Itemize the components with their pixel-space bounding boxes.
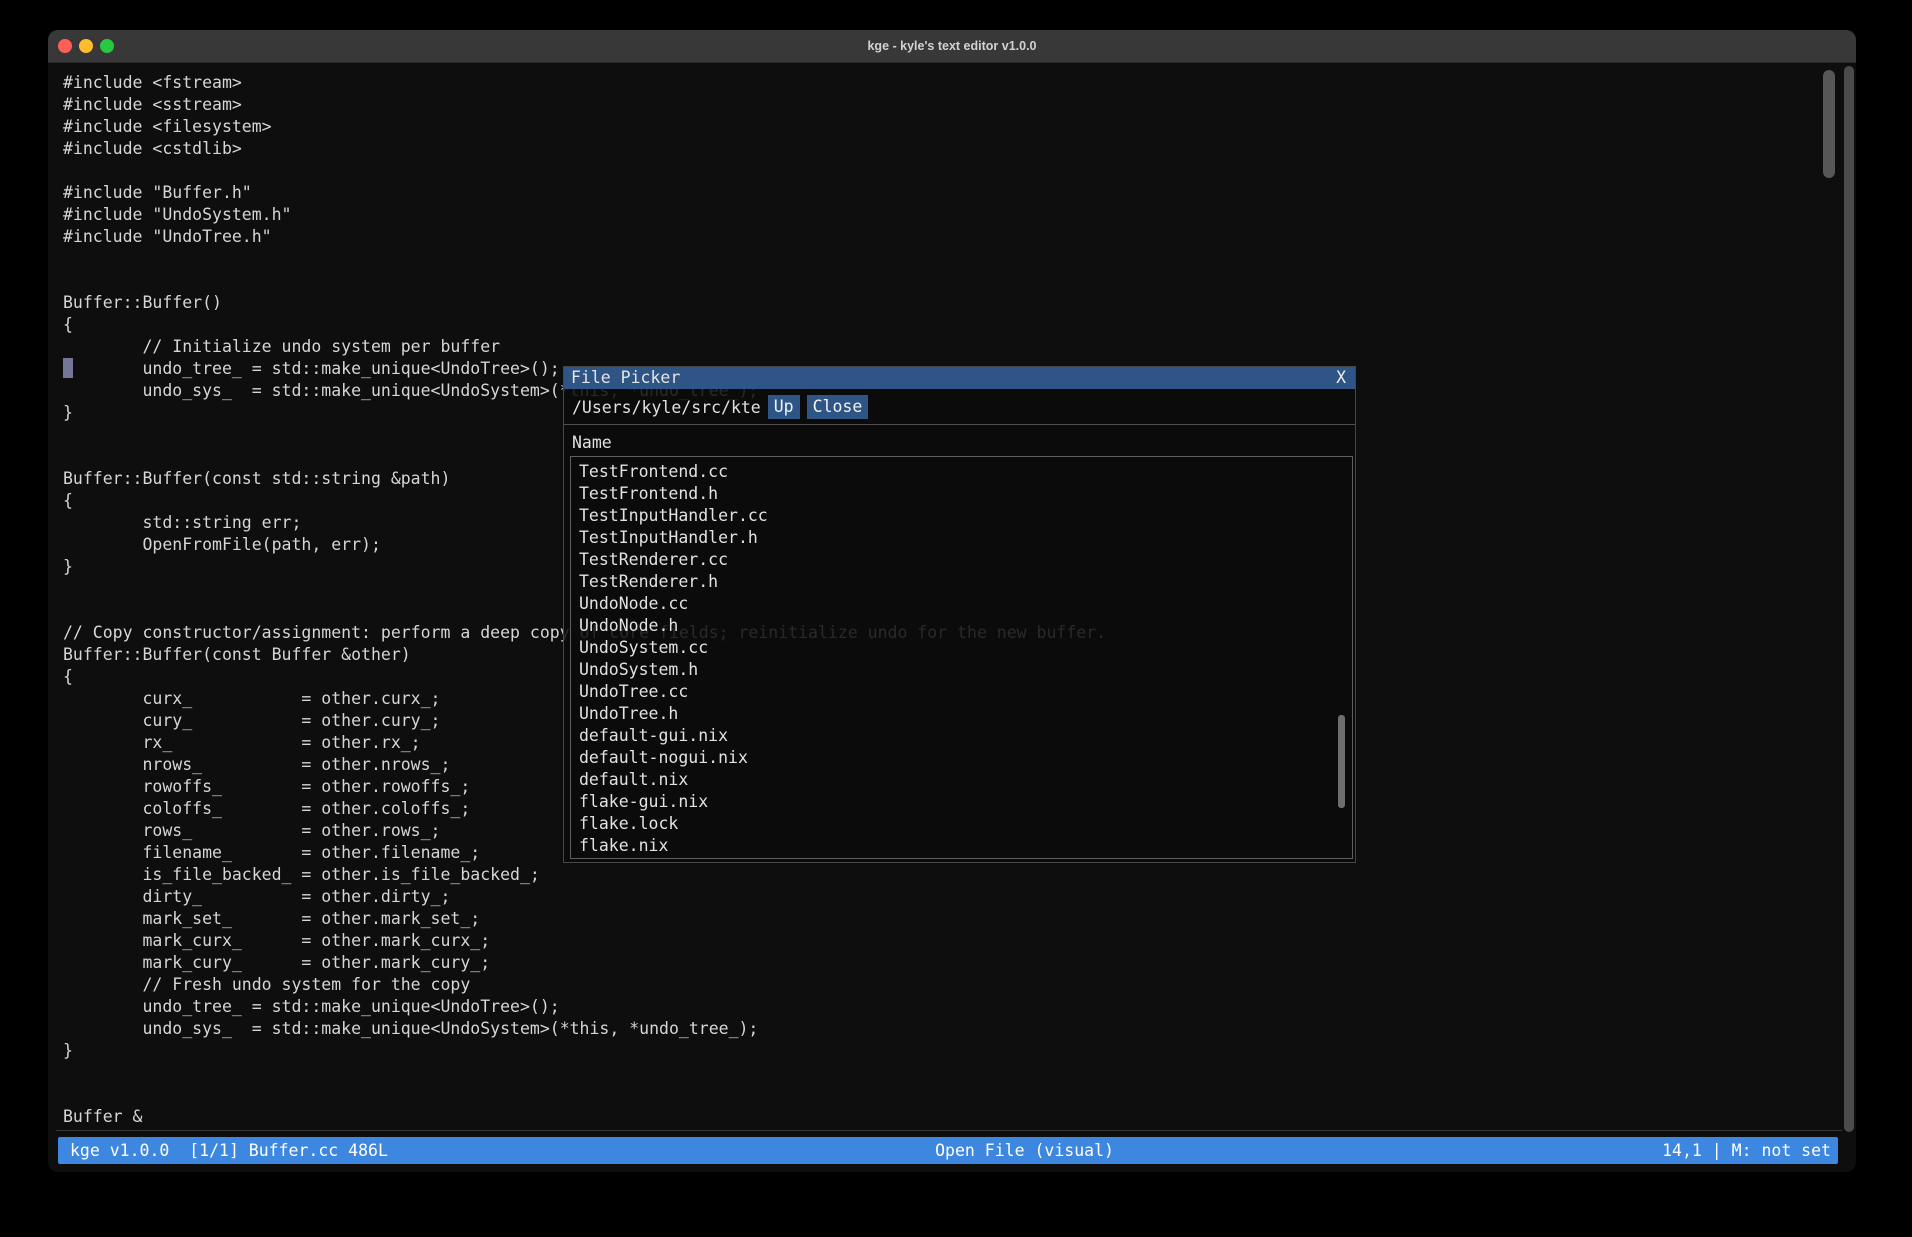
file-list-item[interactable]: default-nogui.nix — [571, 747, 1352, 769]
file-list-item[interactable]: UndoTree.cc — [571, 681, 1352, 703]
window-scrollbar-track[interactable] — [1844, 66, 1854, 1132]
close-icon[interactable]: X — [1336, 367, 1346, 389]
up-button[interactable]: Up — [768, 395, 800, 419]
file-picker-dialog: File Picker X /Users/kyle/src/kte Up Clo… — [563, 366, 1356, 863]
file-list-item[interactable]: default-gui.nix — [571, 725, 1352, 747]
file-list-item[interactable]: default.nix — [571, 769, 1352, 791]
path-row: /Users/kyle/src/kte Up Close — [572, 394, 868, 420]
window-titlebar[interactable]: kge - kyle's text editor v1.0.0 — [48, 30, 1856, 63]
file-list-item[interactable]: UndoSystem.h — [571, 659, 1352, 681]
file-list-item[interactable]: TestInputHandler.cc — [571, 505, 1352, 527]
divider — [564, 424, 1355, 425]
file-list-item[interactable]: UndoNode.cc — [571, 593, 1352, 615]
divider — [56, 1130, 1842, 1131]
app-window: kge - kyle's text editor v1.0.0 #include… — [48, 30, 1856, 1172]
file-picker-titlebar[interactable]: File Picker X — [564, 367, 1355, 389]
file-list-item[interactable]: TestInputHandler.h — [571, 527, 1352, 549]
file-list-item[interactable]: TestFrontend.cc — [571, 461, 1352, 483]
file-list-item[interactable]: UndoSystem.cc — [571, 637, 1352, 659]
status-mode: Open File (visual) — [935, 1137, 1114, 1164]
editor-scrollbar-thumb[interactable] — [1823, 70, 1835, 178]
file-list-item[interactable]: flake.lock — [571, 813, 1352, 835]
file-list-scrollbar-thumb[interactable] — [1338, 715, 1345, 808]
file-list-item[interactable]: UndoTree.h — [571, 703, 1352, 725]
status-file-info: kge v1.0.0 [1/1] Buffer.cc 486L — [70, 1137, 388, 1164]
file-list-item[interactable]: TestFrontend.h — [571, 483, 1352, 505]
close-button[interactable]: Close — [807, 395, 869, 419]
file-picker-body: /Users/kyle/src/kte Up Close Name TestFr… — [564, 389, 1355, 862]
status-bar: kge v1.0.0 [1/1] Buffer.cc 486L Open Fil… — [58, 1137, 1838, 1164]
status-cursor-position: 14,1 | M: not set — [1662, 1137, 1831, 1164]
file-list-item[interactable]: flake.nix — [571, 835, 1352, 857]
name-column-header: Name — [572, 433, 612, 452]
file-list-item[interactable]: UndoNode.h — [571, 615, 1352, 637]
file-list-item[interactable]: TestRenderer.cc — [571, 549, 1352, 571]
current-path: /Users/kyle/src/kte — [572, 398, 761, 417]
file-list-item[interactable]: TestRenderer.h — [571, 571, 1352, 593]
window-title: kge - kyle's text editor v1.0.0 — [48, 30, 1856, 62]
file-list: TestFrontend.ccTestFrontend.hTestInputHa… — [570, 456, 1353, 859]
file-list-item[interactable]: flake-gui.nix — [571, 791, 1352, 813]
editor-cursor — [63, 358, 73, 378]
file-picker-title: File Picker — [571, 367, 680, 389]
